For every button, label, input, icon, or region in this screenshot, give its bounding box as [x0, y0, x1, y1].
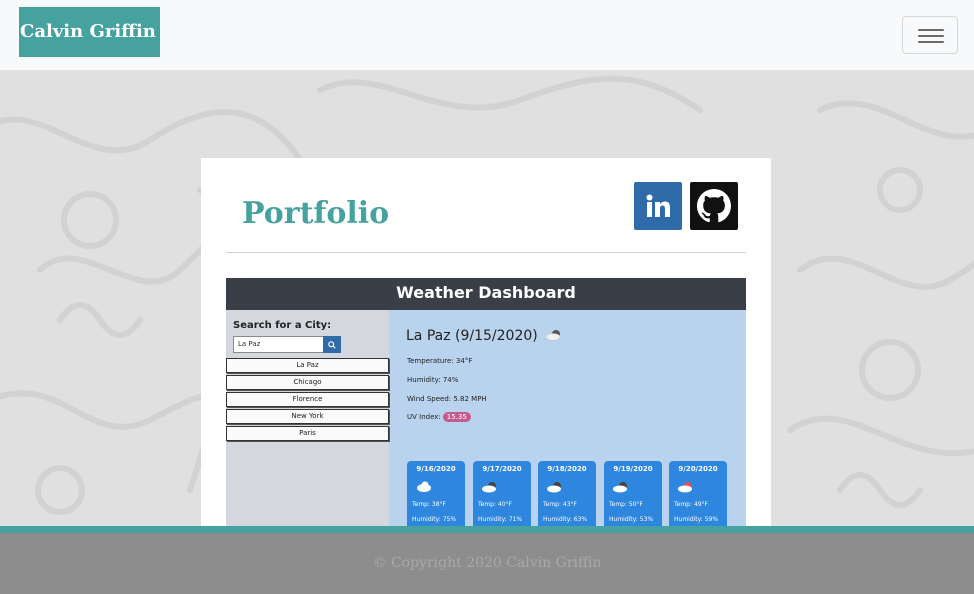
forecast-card: 9/16/2020 Temp: 38°F Humidity: 75% [407, 461, 465, 526]
temperature-text: Temperature: 34°F [407, 357, 473, 365]
cloud-icon [482, 482, 496, 493]
menu-toggle-button[interactable] [902, 16, 958, 54]
city-item[interactable]: Chicago [226, 375, 389, 390]
footer-accent-bar [0, 526, 974, 533]
rain-cloud-icon [678, 482, 692, 493]
city-item[interactable]: La Paz [226, 358, 389, 373]
city-item[interactable]: New York [226, 409, 389, 424]
forecast-card: 9/18/2020 Temp: 43°F Humidity: 63% [538, 461, 596, 526]
cloud-icon [545, 330, 561, 341]
city-sidebar: Search for a City: La Paz La Paz Chicago… [226, 310, 389, 526]
brand-logo[interactable]: Calvin Griffin [19, 7, 160, 57]
forecast-card: 9/19/2020 Temp: 50°F Humidity: 53% [604, 461, 662, 526]
linkedin-icon [646, 194, 670, 217]
city-item[interactable]: Paris [226, 426, 389, 441]
search-label: Search for a City: [233, 320, 332, 331]
search-icon [328, 340, 336, 349]
navbar: Calvin Griffin [0, 0, 974, 70]
current-weather-heading: La Paz (9/15/2020) [406, 328, 563, 344]
linkedin-link[interactable] [634, 182, 682, 230]
cloud-icon [417, 481, 431, 492]
wind-text: Wind Speed: 5.82 MPH [407, 395, 487, 403]
uv-badge: 15.35 [442, 412, 471, 422]
hamburger-icon [918, 29, 944, 31]
cloud-icon [547, 482, 561, 493]
copyright-text: © Copyright 2020 Calvin Griffin [372, 555, 602, 571]
github-icon [697, 189, 731, 223]
page-title: Portfolio [242, 196, 390, 231]
city-item[interactable]: Florence [226, 392, 389, 407]
divider [226, 252, 746, 253]
cloud-icon [613, 482, 627, 493]
footer: © Copyright 2020 Calvin Griffin [0, 533, 974, 594]
uv-index: UV Index: 15.35 [407, 412, 471, 422]
search-button[interactable] [323, 336, 341, 353]
github-link[interactable] [690, 182, 738, 230]
project-screenshot[interactable]: Weather Dashboard Search for a City: La … [226, 278, 746, 526]
humidity-text: Humidity: 74% [407, 376, 459, 384]
app-title: Weather Dashboard [226, 278, 746, 310]
portfolio-card: Portfolio Weather Dashboard Search for a… [201, 158, 771, 526]
forecast-card: 9/17/2020 Temp: 40°F Humidity: 71% [473, 461, 531, 526]
search-input[interactable]: La Paz [233, 336, 324, 353]
forecast-card: 9/20/2020 Temp: 49°F Humidity: 59% [669, 461, 727, 526]
